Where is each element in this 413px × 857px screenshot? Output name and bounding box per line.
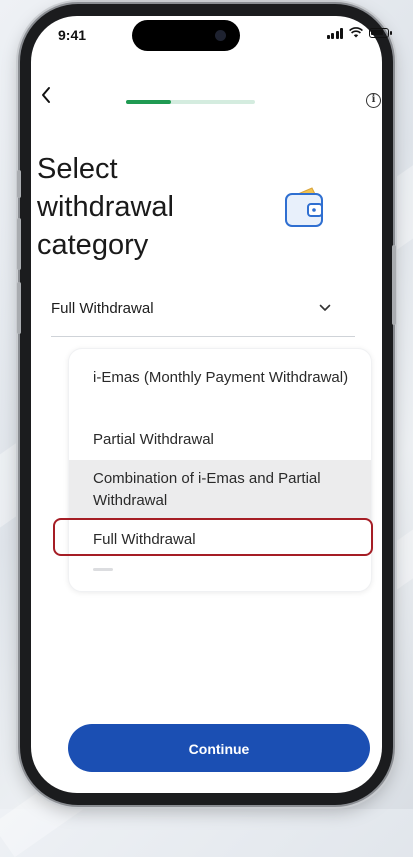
- chevron-left-icon: [42, 87, 50, 103]
- continue-button[interactable]: Continue: [68, 724, 370, 772]
- status-time: 9:41: [58, 27, 87, 43]
- phone-volume-up: [17, 218, 21, 270]
- scroll-overflow-indicator: [93, 568, 113, 571]
- battery-icon: [369, 28, 392, 38]
- step-progress-fill: [126, 100, 172, 104]
- step-progress-bar: [126, 100, 255, 104]
- wifi-icon: [349, 27, 363, 39]
- phone-volume-down: [17, 282, 21, 334]
- info-icon: i: [371, 94, 376, 105]
- category-select-value: Full Withdrawal: [51, 300, 154, 317]
- phone-mute-switch: [17, 170, 21, 198]
- status-icons: [326, 27, 392, 39]
- phone-power-button: [392, 245, 396, 325]
- category-select[interactable]: Full Withdrawal: [51, 290, 355, 337]
- wallet-icon: [285, 187, 323, 227]
- page-title: Select withdrawal category: [37, 153, 174, 261]
- back-button[interactable]: [40, 85, 52, 109]
- selected-option-highlight: [53, 518, 373, 556]
- info-button[interactable]: i: [366, 93, 381, 108]
- option-combination[interactable]: Combination of i-Emas and Partial Withdr…: [69, 460, 371, 520]
- dynamic-island: [132, 20, 240, 51]
- camera-icon: [215, 30, 226, 41]
- signal-icon: [326, 27, 343, 39]
- option-partial-withdrawal[interactable]: Partial Withdrawal: [69, 429, 371, 451]
- option-i-emas[interactable]: i-Emas (Monthly Payment Withdrawal): [69, 367, 371, 389]
- chevron-down-icon: [319, 299, 331, 315]
